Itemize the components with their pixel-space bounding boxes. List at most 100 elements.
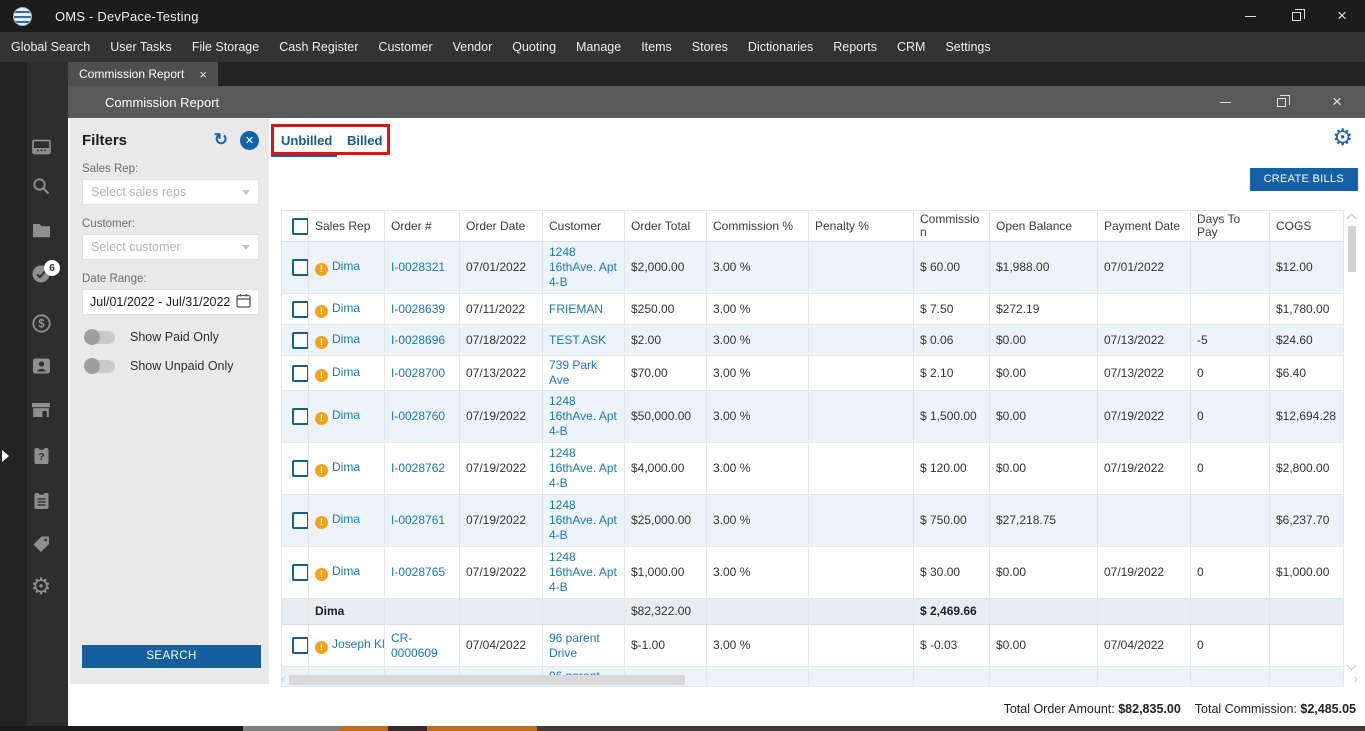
row-checkbox[interactable] — [292, 512, 308, 529]
customer-link[interactable]: 739 Park Ave — [549, 358, 597, 387]
customer-link[interactable]: 1248 16thAve. Apt 4-B — [549, 394, 617, 438]
vertical-scroll-thumb[interactable] — [1348, 226, 1356, 272]
row-checkbox[interactable] — [292, 259, 308, 276]
row-checkbox[interactable] — [292, 408, 308, 425]
menu-item-settings[interactable]: Settings — [935, 40, 1000, 54]
sales-rep-link[interactable]: Joseph Kl — [332, 637, 384, 651]
sales-rep-link[interactable]: Dima — [332, 564, 360, 578]
sales-rep-link[interactable]: Dima — [332, 408, 360, 422]
order-link[interactable]: I-0028765 — [391, 565, 445, 579]
order-link[interactable]: I-0028696 — [391, 333, 445, 347]
scroll-down-icon[interactable] — [1346, 660, 1357, 671]
menu-item-user-tasks[interactable]: User Tasks — [100, 40, 182, 54]
col-header-order-total[interactable]: Order Total — [624, 210, 707, 242]
tab-close-icon[interactable]: × — [199, 67, 207, 82]
tab-commission-report[interactable]: Commission Report × — [68, 62, 218, 86]
customer-link[interactable]: 1248 16thAve. Apt 4-B — [549, 550, 617, 594]
horizontal-scrollbar[interactable]: ‹ › — [281, 671, 1358, 686]
col-header-order-date[interactable]: Order Date — [459, 210, 543, 242]
customer-link[interactable]: TEST ASK — [549, 333, 606, 347]
clipboard-list-icon[interactable] — [30, 489, 52, 511]
menu-item-global-search[interactable]: Global Search — [1, 40, 100, 54]
customer-link[interactable]: 1248 16thAve. Apt 4-B — [549, 498, 617, 542]
order-link[interactable]: I-0028762 — [391, 461, 445, 475]
order-link[interactable]: I-0028321 — [391, 260, 445, 274]
contacts-icon[interactable] — [30, 355, 52, 377]
col-header-commission[interactable]: Commission — [913, 210, 990, 242]
folder-icon[interactable] — [30, 219, 52, 241]
select-all-header[interactable] — [281, 210, 309, 242]
filters-close-button[interactable]: ✕ — [240, 130, 259, 150]
sales-rep-link[interactable]: Dima — [332, 259, 360, 273]
menu-item-stores[interactable]: Stores — [682, 40, 738, 54]
col-header-cogs[interactable]: COGS — [1269, 210, 1344, 242]
scroll-left-icon[interactable]: ‹ — [281, 671, 285, 686]
menu-item-dictionaries[interactable]: Dictionaries — [738, 40, 823, 54]
col-header-open-balance[interactable]: Open Balance — [989, 210, 1098, 242]
menu-item-customer[interactable]: Customer — [368, 40, 442, 54]
row-checkbox[interactable] — [292, 364, 308, 382]
dashboard-icon[interactable] — [30, 136, 52, 158]
customer-link[interactable]: 1248 16thAve. Apt 4-B — [549, 446, 617, 490]
scroll-right-icon[interactable]: › — [1354, 671, 1358, 686]
menu-item-items[interactable]: Items — [631, 40, 682, 54]
search-icon[interactable] — [30, 175, 52, 197]
sidebar-expand-arrow[interactable] — [2, 450, 9, 462]
sales-rep-link[interactable]: Dima — [332, 332, 360, 346]
col-header-order[interactable]: Order # — [384, 210, 460, 242]
select-all-checkbox[interactable] — [292, 217, 309, 235]
settings-gear-icon[interactable]: ⚙ — [30, 575, 52, 598]
menu-item-manage[interactable]: Manage — [566, 40, 631, 54]
col-header-penalty-pct[interactable]: Penalty % — [808, 210, 914, 242]
menu-item-quoting[interactable]: Quoting — [502, 40, 566, 54]
refresh-icon[interactable]: ↻ — [214, 130, 228, 150]
menu-item-crm[interactable]: CRM — [887, 40, 935, 54]
vertical-scrollbar[interactable] — [1345, 210, 1358, 673]
show-paid-toggle[interactable] — [84, 328, 115, 345]
row-checkbox[interactable] — [292, 300, 308, 318]
store-icon[interactable] — [30, 399, 52, 421]
col-header-payment-date[interactable]: Payment Date — [1097, 210, 1191, 242]
order-link[interactable]: I-0028761 — [391, 513, 445, 527]
menu-item-file-storage[interactable]: File Storage — [182, 40, 269, 54]
tag-icon[interactable] — [30, 533, 52, 555]
search-button[interactable]: SEARCH — [82, 645, 261, 668]
show-unpaid-toggle[interactable] — [84, 357, 115, 374]
customer-link[interactable]: 1248 16thAve. Apt 4-B — [549, 245, 617, 289]
sales-rep-select[interactable]: Select sales reps — [82, 179, 259, 205]
create-bills-button[interactable]: CREATE BILLS — [1249, 168, 1358, 191]
col-header-days-to-pay[interactable]: Days To Pay — [1190, 210, 1270, 242]
menu-item-cash-register[interactable]: Cash Register — [269, 40, 368, 54]
menu-item-reports[interactable]: Reports — [823, 40, 887, 54]
col-header-commission-pct[interactable]: Commission % — [706, 210, 809, 242]
row-checkbox[interactable] — [292, 460, 308, 477]
inner-restore-button[interactable] — [1253, 86, 1309, 118]
minimize-button[interactable] — [1227, 0, 1273, 32]
inner-close-button[interactable]: × — [1309, 86, 1365, 118]
order-link[interactable]: CR-0000609 — [391, 631, 438, 660]
calendar-icon[interactable] — [236, 293, 251, 311]
clipboard-question-icon[interactable]: ? — [30, 444, 52, 466]
row-checkbox[interactable] — [292, 637, 308, 654]
col-header-customer[interactable]: Customer — [542, 210, 625, 242]
report-settings-gear-icon[interactable]: ⚙ — [1332, 126, 1353, 149]
close-button[interactable]: × — [1319, 0, 1365, 32]
restore-button[interactable] — [1273, 0, 1319, 32]
order-link[interactable]: I-0028700 — [391, 366, 445, 380]
date-range-input[interactable]: Jul/01/2022 - Jul/31/2022 — [82, 289, 259, 315]
order-link[interactable]: I-0028760 — [391, 409, 445, 423]
inner-minimize-button[interactable] — [1197, 86, 1253, 118]
sales-rep-link[interactable]: Dima — [332, 365, 360, 379]
horizontal-scroll-thumb[interactable] — [289, 675, 685, 685]
customer-link[interactable]: 96 parent Drive — [549, 631, 600, 660]
row-checkbox[interactable] — [292, 564, 308, 581]
sales-rep-link[interactable]: Dima — [332, 512, 360, 526]
row-checkbox[interactable] — [292, 331, 308, 349]
sales-rep-link[interactable]: Dima — [332, 460, 360, 474]
scroll-up-icon[interactable] — [1346, 213, 1357, 224]
customer-select[interactable]: Select customer — [82, 234, 259, 260]
menu-item-vendor[interactable]: Vendor — [443, 40, 503, 54]
col-header-sales-rep[interactable]: Sales Rep — [308, 210, 385, 242]
finance-dollar-icon[interactable]: $ — [30, 312, 52, 334]
sales-rep-link[interactable]: Dima — [332, 301, 360, 315]
